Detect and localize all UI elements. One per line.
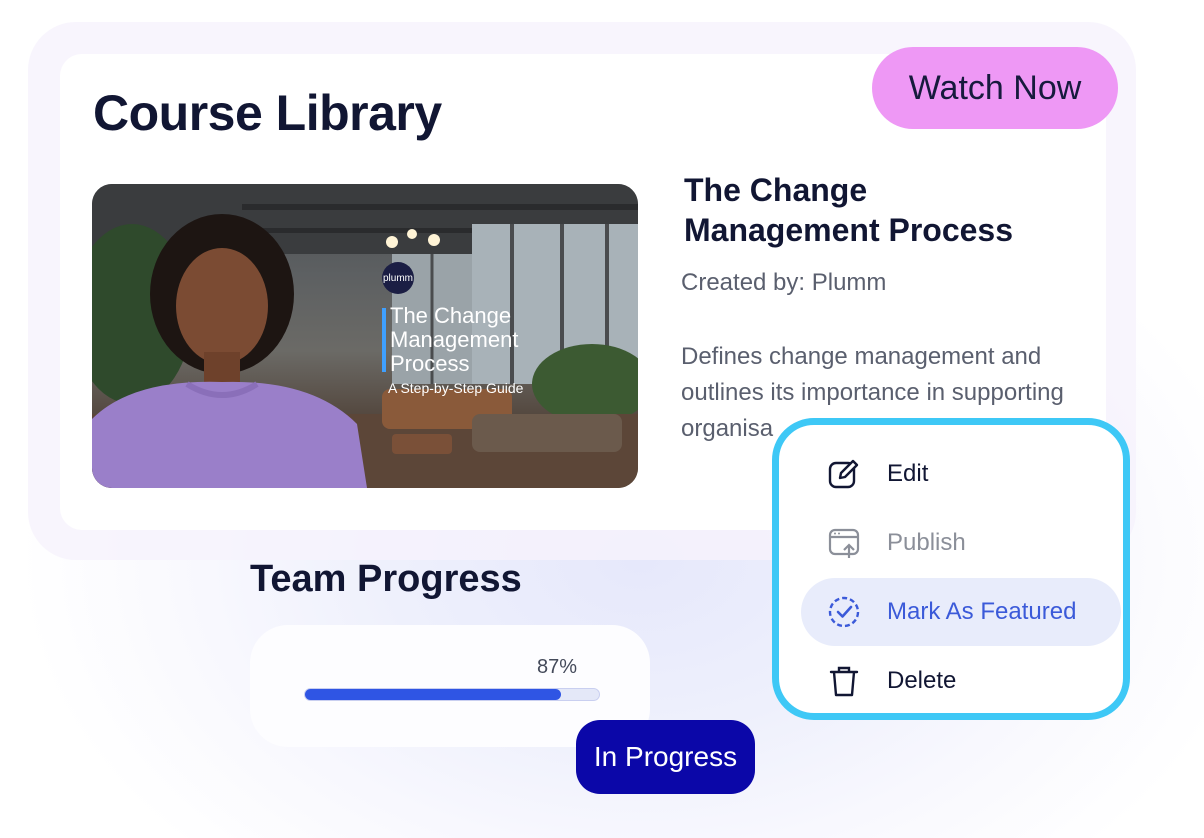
watch-now-button[interactable]: Watch Now: [872, 47, 1118, 129]
menu-item-label: Delete: [887, 667, 957, 694]
thumbnail-accent-bar: [382, 308, 386, 372]
team-progress-title: Team Progress: [250, 558, 522, 600]
publish-icon: [828, 528, 860, 558]
status-badge: In Progress: [576, 720, 755, 794]
thumbnail-logo-badge: plumm: [382, 262, 414, 294]
menu-item-delete[interactable]: Delete: [801, 647, 1121, 715]
menu-item-publish[interactable]: Publish: [801, 509, 1121, 577]
featured-check-icon: [828, 596, 860, 628]
course-actions-menu: Edit Publish Mark As Featured Delete: [772, 418, 1130, 720]
menu-item-label: Publish: [887, 529, 966, 556]
menu-item-edit[interactable]: Edit: [801, 440, 1121, 508]
thumbnail-title: The Change Management Process: [390, 303, 519, 376]
progress-track: [304, 688, 600, 701]
progress-percent-label: 87%: [537, 656, 578, 678]
course-thumbnail[interactable]: plumm The Change Management Process A St…: [92, 184, 638, 488]
course-creator: Created by: Plumm: [681, 269, 887, 296]
menu-item-label: Edit: [887, 460, 929, 487]
trash-icon: [829, 666, 859, 697]
thumbnail-subtitle: A Step-by-Step Guide: [388, 380, 524, 396]
edit-icon: [828, 459, 859, 489]
menu-item-label: Mark As Featured: [887, 598, 1077, 625]
page-title: Course Library: [93, 85, 442, 141]
progress-fill: [305, 689, 561, 700]
thumbnail-logo-text: plumm: [382, 272, 413, 284]
course-title: The Change Management Process: [684, 172, 1014, 248]
menu-item-mark-featured[interactable]: Mark As Featured: [801, 578, 1121, 646]
